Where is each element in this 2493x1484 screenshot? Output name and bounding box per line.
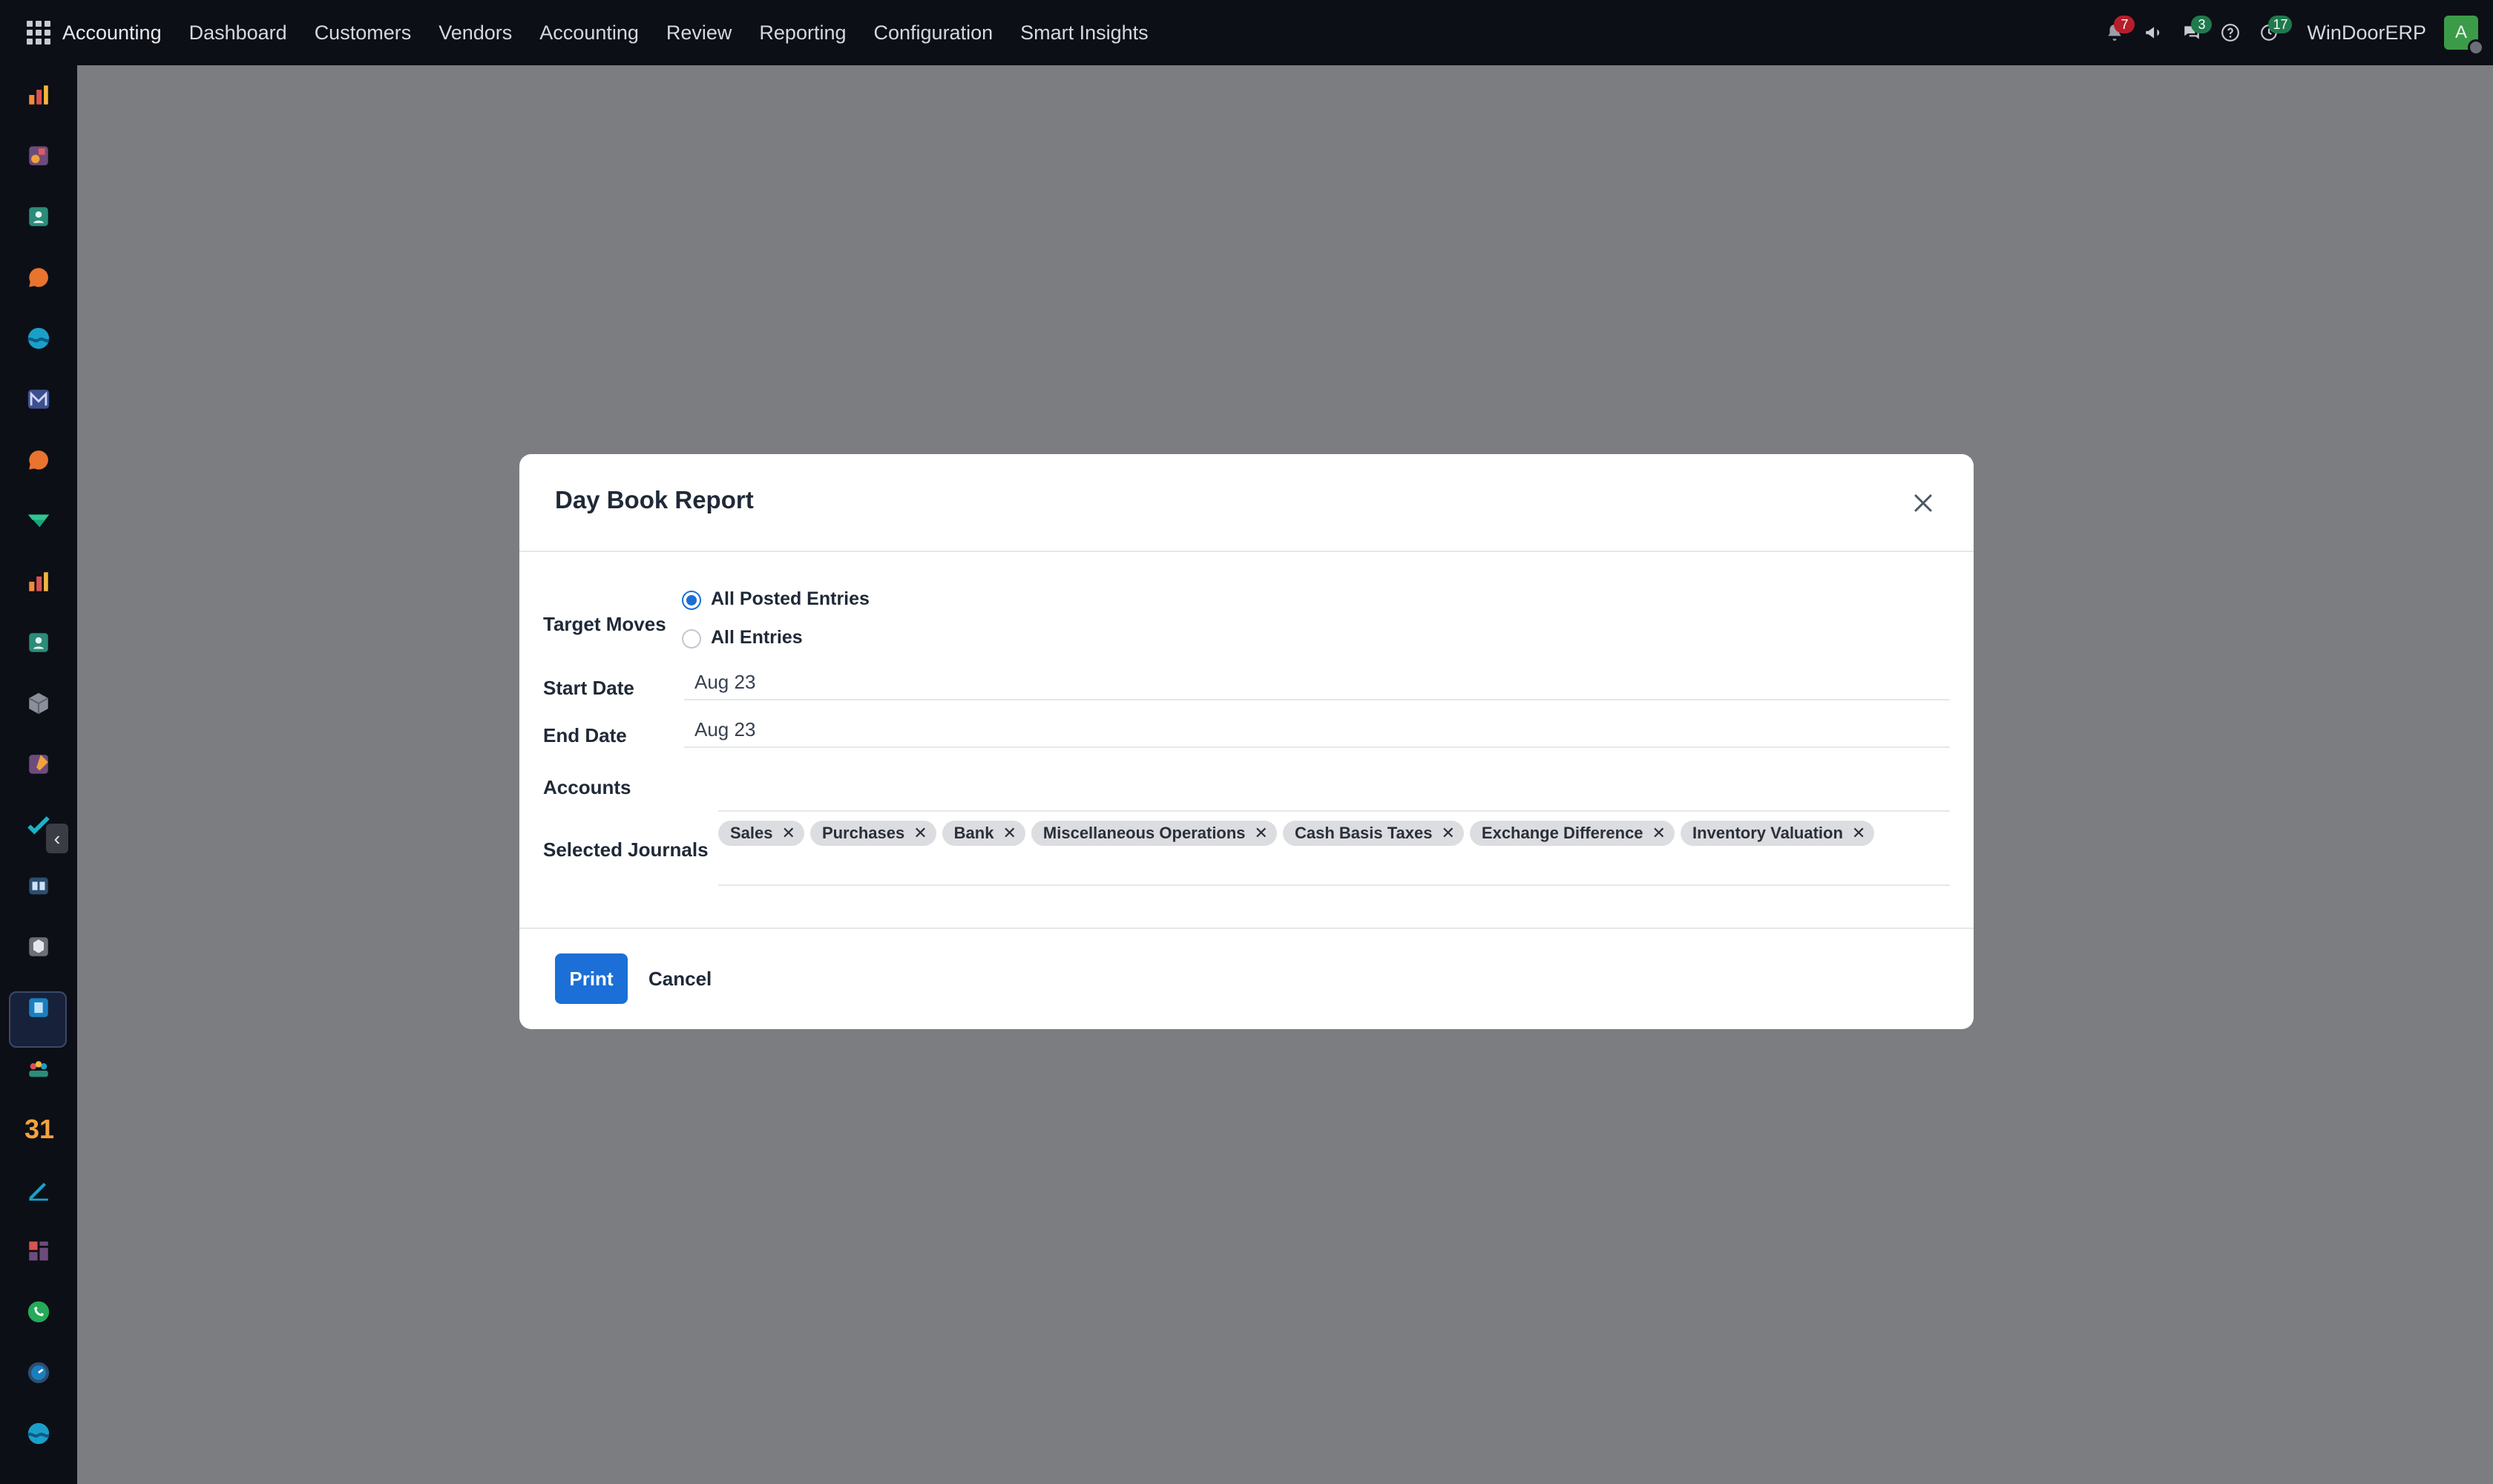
sidebar-reports-chart-icon[interactable] bbox=[24, 567, 53, 597]
journal-tag-label: Exchange Difference bbox=[1481, 824, 1643, 842]
menu-vendors[interactable]: Vendors bbox=[439, 22, 512, 45]
sidebar-tasks-check-icon[interactable] bbox=[24, 810, 53, 840]
end-date-label: End Date bbox=[543, 724, 627, 746]
journal-tag-exchange-difference: Exchange Difference ✕ bbox=[1469, 821, 1675, 846]
sidebar-contacts-icon[interactable] bbox=[24, 202, 53, 232]
menu-review[interactable]: Review bbox=[666, 22, 732, 45]
messages-badge: 3 bbox=[2191, 16, 2213, 33]
sidebar-whatsapp-icon[interactable] bbox=[24, 1297, 53, 1327]
menu-smart-insights[interactable]: Smart Insights bbox=[1020, 22, 1149, 45]
sidebar-sign-pen-icon[interactable] bbox=[24, 1175, 53, 1205]
end-date-value: Aug 23 bbox=[694, 718, 756, 741]
user-avatar[interactable]: A bbox=[2444, 16, 2484, 56]
remove-tag-icon[interactable]: ✕ bbox=[1441, 824, 1454, 843]
cancel-button[interactable]: Cancel bbox=[648, 953, 712, 1004]
journal-tag-label: Sales bbox=[730, 824, 773, 842]
radio-all-entries-label[interactable]: All Entries bbox=[711, 627, 803, 649]
sidebar-employees-icon[interactable] bbox=[24, 628, 53, 657]
company-switcher[interactable]: WinDoorERP bbox=[2307, 22, 2426, 45]
close-icon[interactable] bbox=[1908, 488, 1938, 518]
menu-dashboard[interactable]: Dashboard bbox=[189, 22, 287, 45]
sidebar-discuss-chat-icon[interactable] bbox=[24, 263, 53, 292]
end-date-field[interactable]: Aug 23 bbox=[684, 711, 1950, 748]
sidebar-dashboard-chart-icon[interactable] bbox=[24, 80, 53, 110]
sidebar-wave-icon[interactable] bbox=[24, 324, 53, 353]
sidebar-knowledge-book-icon[interactable] bbox=[24, 871, 53, 901]
remove-tag-icon[interactable]: ✕ bbox=[782, 824, 795, 843]
sidebar-dashboards-icon[interactable] bbox=[24, 1236, 53, 1266]
notifications-badge: 7 bbox=[2114, 16, 2135, 33]
selected-journals-field[interactable]: Sales ✕ Purchases ✕ Bank ✕ Miscellaneous Op… bbox=[718, 815, 1950, 886]
help-icon[interactable] bbox=[2213, 16, 2247, 50]
activity-clock-icon[interactable]: 17 bbox=[2252, 16, 2293, 50]
menu-customers[interactable]: Customers bbox=[315, 22, 412, 45]
journal-tag-purchases: Purchases ✕ bbox=[809, 821, 936, 846]
sidebar-calendar-icon[interactable]: 31 bbox=[21, 1114, 58, 1144]
activity-badge: 17 bbox=[2268, 16, 2293, 33]
app-brand-accounting[interactable]: Accounting bbox=[62, 22, 162, 45]
menu-reporting[interactable]: Reporting bbox=[759, 22, 846, 45]
messages-icon[interactable]: 3 bbox=[2175, 16, 2213, 50]
radio-all-posted-entries[interactable] bbox=[682, 591, 701, 610]
sidebar-wave2-icon[interactable] bbox=[24, 1419, 53, 1448]
sidebar-inventory-icon[interactable] bbox=[24, 932, 53, 962]
journal-tags: Sales ✕ Purchases ✕ Bank ✕ Miscellaneous Op… bbox=[718, 821, 1880, 846]
target-moves-label: Target Moves bbox=[543, 613, 666, 635]
radio-all-posted-entries-label[interactable]: All Posted Entries bbox=[711, 588, 870, 610]
start-date-field[interactable]: Aug 23 bbox=[684, 663, 1950, 700]
remove-tag-icon[interactable]: ✕ bbox=[913, 824, 927, 843]
journal-tag-sales: Sales ✕ bbox=[718, 821, 804, 846]
accounts-label: Accounts bbox=[543, 776, 631, 798]
calendar-day-number: 31 bbox=[24, 1114, 55, 1144]
sidebar-mail-icon[interactable] bbox=[24, 384, 53, 414]
megaphone-icon[interactable] bbox=[2136, 16, 2170, 50]
top-navbar: Accounting Dashboard Customers Vendors A… bbox=[0, 0, 2493, 65]
remove-tag-icon[interactable]: ✕ bbox=[1255, 824, 1268, 843]
menu-configuration[interactable]: Configuration bbox=[874, 22, 993, 45]
journal-tag-inventory-valuation: Inventory Valuation ✕ bbox=[1680, 821, 1875, 846]
dialog-header: Day Book Report bbox=[519, 454, 1974, 552]
remove-tag-icon[interactable]: ✕ bbox=[1652, 824, 1666, 843]
sidebar-apps-icon[interactable] bbox=[24, 141, 53, 171]
journal-tag-label: Inventory Valuation bbox=[1692, 824, 1843, 842]
journal-tag-miscellaneous-operations: Miscellaneous Operations ✕ bbox=[1031, 821, 1277, 846]
sidebar-clock-icon[interactable] bbox=[24, 1358, 53, 1388]
remove-tag-icon[interactable]: ✕ bbox=[1002, 824, 1016, 843]
journal-tag-label: Bank bbox=[953, 824, 994, 842]
sidebar-cube-icon[interactable] bbox=[24, 689, 53, 718]
sidebar-approval-check-icon[interactable] bbox=[24, 506, 53, 536]
app-sidebar: ‹ 31 bbox=[0, 65, 77, 1484]
dialog-footer: Print Cancel bbox=[519, 929, 1974, 1028]
journal-tag-label: Cash Basis Taxes bbox=[1294, 824, 1433, 842]
dialog-title: Day Book Report bbox=[555, 486, 754, 513]
bell-icon[interactable]: 7 bbox=[2098, 16, 2135, 50]
sidebar-livechat-icon[interactable] bbox=[24, 445, 53, 475]
sidebar-team-icon[interactable] bbox=[24, 1054, 53, 1083]
avatar-letter: A bbox=[2454, 22, 2467, 42]
presence-status-dot bbox=[2468, 39, 2484, 56]
journal-tag-bank: Bank ✕ bbox=[942, 821, 1025, 846]
print-button[interactable]: Print bbox=[555, 953, 628, 1004]
start-date-value: Aug 23 bbox=[694, 671, 756, 693]
day-book-report-dialog: Day Book Report Target Moves All Posted … bbox=[519, 454, 1974, 1029]
dialog-body: Target Moves All Posted Entries All Entr… bbox=[519, 552, 1974, 929]
journal-tag-label: Purchases bbox=[821, 824, 905, 842]
selected-journals-label: Selected Journals bbox=[543, 838, 709, 861]
journal-tag-label: Miscellaneous Operations bbox=[1042, 824, 1246, 842]
menu-accounting[interactable]: Accounting bbox=[539, 22, 639, 45]
remove-tag-icon[interactable]: ✕ bbox=[1852, 824, 1865, 843]
sidebar-accounting-icon[interactable] bbox=[24, 993, 53, 1022]
sidebar-puzzle-icon[interactable] bbox=[24, 749, 53, 779]
radio-all-entries[interactable] bbox=[682, 629, 701, 649]
journal-tag-cash-basis-taxes: Cash Basis Taxes ✕ bbox=[1282, 821, 1464, 846]
accounts-field[interactable] bbox=[718, 782, 1950, 812]
start-date-label: Start Date bbox=[543, 677, 634, 699]
